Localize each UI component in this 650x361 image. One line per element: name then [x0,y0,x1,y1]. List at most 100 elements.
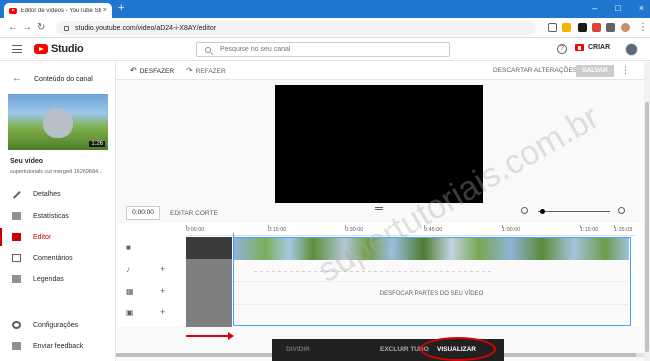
annotation-arrow [186,332,234,340]
audio-track[interactable] [234,261,629,282]
divide-button[interactable]: DIVIDIR [286,346,310,353]
back-label: Conteúdo do canal [34,75,93,83]
sidebar-item-label: Comentários [33,254,73,262]
ruler-tick: 0:00:00 [186,225,205,233]
sidebar-item-settings[interactable]: Configurações [0,316,115,334]
browser-menu-icon[interactable]: ⋮ [638,22,648,33]
help-icon[interactable]: ? [557,44,567,54]
youtube-logo-icon [34,44,48,54]
browser-tab[interactable]: Editor de vídeos - YouTube Studi × [4,3,112,18]
sidebar: ← Conteúdo do canal 1:26 Seu vídeo super… [0,62,116,361]
studio-header: Studio ? CRIAR [0,39,650,61]
undo-label: DESFAZER [139,67,175,75]
undo-icon: ↶ [130,66,137,75]
ruler-tick: 0:45:00 [424,225,443,233]
ruler-tick: 0:30:00 [345,225,364,233]
comment-icon [12,254,21,262]
resize-handle-icon[interactable] [375,207,383,210]
sidebar-item-details[interactable]: Detalhes [0,185,115,203]
extension-icon[interactable] [578,23,587,32]
add-blur-icon[interactable]: + [160,287,165,296]
redo-label: REFAZER [195,67,226,75]
trimmed-region [186,237,232,327]
editor-area: ↶ DESFAZER ↷ REFAZER DESCARTAR ALTERAÇÕE… [116,62,650,361]
timecode-field[interactable]: 0:00:00 [126,206,160,220]
ruler-tick: 1:15:00 [580,225,599,233]
redo-button[interactable]: ↷ REFAZER [186,67,226,75]
add-audio-icon[interactable]: + [160,265,165,274]
forward-icon[interactable]: → [22,22,32,33]
blur-track[interactable]: DESFOCAR PARTES DO SEU VÍDEO [234,283,629,305]
feedback-icon [12,342,21,350]
translate-icon[interactable] [548,23,557,32]
minimize-icon[interactable]: – [592,3,597,13]
create-label: CRIAR [588,44,611,51]
video-camera-icon [575,44,584,51]
sidebar-item-subtitles[interactable]: Legendas [0,270,115,288]
create-button[interactable]: CRIAR [575,44,610,51]
new-tab-button[interactable]: + [118,3,124,14]
playhead[interactable] [233,233,234,326]
timeline-controls: 0:00:00 EDITAR CORTE [116,203,650,223]
channel-search[interactable] [196,42,450,57]
vertical-scroll-thumb[interactable] [645,102,649,352]
annotation-circle [420,337,496,361]
vertical-scrollbar[interactable] [644,62,650,361]
sidebar-item-editor[interactable]: Editor [0,228,115,246]
add-end-screen-icon[interactable]: + [160,308,165,317]
sidebar-item-label: Enviar feedback [33,342,84,350]
pencil-icon [12,189,21,199]
video-track-icon: ■ [126,243,131,252]
discard-changes-button[interactable]: DESCARTAR ALTERAÇÕES [493,67,577,74]
back-to-content[interactable]: ← Conteúdo do canal [12,74,93,84]
search-input[interactable] [220,46,420,53]
ruler-tick: 0:15:00 [268,225,287,233]
browser-tab-bar: Editor de vídeos - YouTube Studi × + – □… [0,0,650,18]
tab-close-icon[interactable]: × [103,7,107,14]
extension-icon[interactable] [592,23,601,32]
audio-waveform [254,271,494,272]
sidebar-item-label: Configurações [33,321,79,329]
zoom-out-icon[interactable] [521,207,528,214]
video-subtitle: supertutorials cut merged 16269684... [10,169,103,175]
film-icon [12,233,21,241]
window-close-icon[interactable]: × [639,3,644,13]
end-screen-icon: ▣ [126,308,134,317]
video-thumbnail[interactable]: 1:26 [8,94,108,150]
thumbnail-character [43,108,73,138]
back-icon[interactable]: ← [8,22,18,33]
window-controls: – □ × [592,3,644,13]
more-options-icon[interactable]: ⋮ [621,65,630,75]
music-note-icon: ♪ [126,265,130,274]
sidebar-item-feedback[interactable]: Enviar feedback [0,337,115,355]
sidebar-item-label: Detalhes [33,190,61,198]
video-filmstrip[interactable] [234,238,629,260]
profile-avatar[interactable] [621,23,630,32]
bar-chart-icon [12,212,21,220]
track-controls: ■ ♪ + ▦ + ▣ + [116,237,186,327]
video-preview[interactable] [275,85,483,203]
zoom-slider-knob[interactable] [540,209,545,214]
omnibox[interactable]: studio.youtube.com/video/aD24-i-X8AY/edi… [56,21,536,35]
reload-icon[interactable]: ↻ [37,22,45,33]
sidebar-item-analytics[interactable]: Estatísticas [0,207,115,225]
zoom-in-icon[interactable] [618,207,625,214]
tab-title: Editor de vídeos - YouTube Studi [20,7,101,14]
maximize-icon[interactable]: □ [615,3,620,13]
video-title: Seu vídeo [10,158,44,165]
redo-icon: ↷ [186,66,193,75]
track-area[interactable]: DESFOCAR PARTES DO SEU VÍDEO [233,237,631,326]
zoom-slider[interactable] [538,211,610,212]
save-button[interactable]: SALVAR [576,65,614,77]
subtitles-icon [12,275,21,283]
url-text: studio.youtube.com/video/aD24-i-X8AY/edi… [75,24,217,32]
bookmark-star-icon[interactable] [562,23,571,32]
undo-button[interactable]: ↶ DESFAZER [130,67,174,75]
puzzle-icon[interactable] [606,23,615,32]
studio-logo[interactable]: Studio [34,43,84,55]
account-avatar[interactable] [625,43,638,56]
lock-icon [64,25,69,31]
sidebar-item-comments[interactable]: Comentários [0,249,115,267]
edit-cut-button[interactable]: EDITAR CORTE [170,210,218,217]
hamburger-menu-icon[interactable] [12,45,22,53]
